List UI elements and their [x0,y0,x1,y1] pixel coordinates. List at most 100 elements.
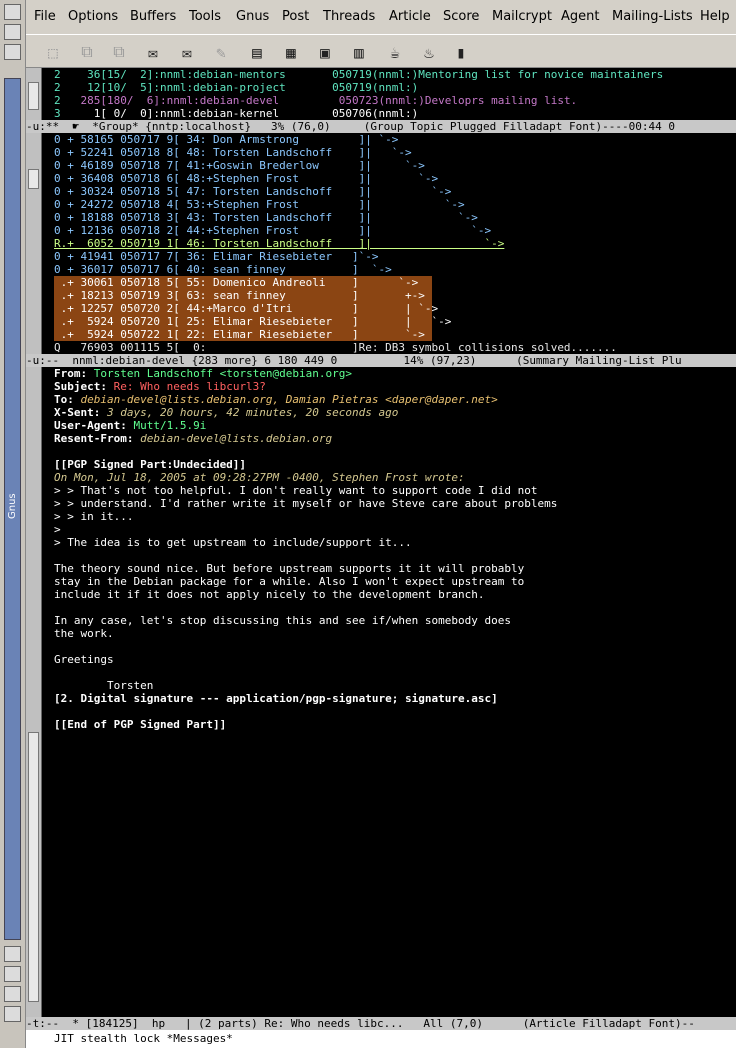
summary-line[interactable]: 0 + 12136 050718 2[ 44:+Stephen Frost ]|… [54,224,736,237]
catchup-icon[interactable]: ♨ [416,39,442,65]
summary-line[interactable]: 0 + 41941 050717 7[ 36: Elimar Riesebiet… [54,250,736,263]
summary-line[interactable]: 0 + 36017 050717 6[ 40: sean finney ] `-… [54,263,736,276]
exit-icon[interactable]: ⬚ [40,39,66,65]
menu-buffers[interactable]: Buffers [130,9,176,24]
next-unread-icon[interactable]: ⧉ [106,39,132,65]
header-key: From: [54,367,94,380]
menu-tools[interactable]: Tools [189,9,221,24]
gnus-frame-tab[interactable]: Gnus [4,78,21,940]
menu-mailing-lists[interactable]: Mailing-Lists [612,9,693,24]
summary-line[interactable]: .+ 30061 050718 5[ 55: Domenico Andreoli… [54,276,432,289]
resize-icon[interactable] [4,1006,21,1022]
group-scrollbar[interactable] [26,68,42,120]
close-icon[interactable] [4,4,21,20]
article-scrollbar[interactable] [26,367,42,1017]
minimize-icon[interactable] [4,24,21,40]
article-body-line: The theory sound nice. But before upstre… [54,562,525,575]
resize-icon[interactable] [4,986,21,1002]
article-body-line: > > understand. I'd rather write it myse… [54,497,558,510]
post-icon[interactable]: ✉ [140,39,166,65]
article-body-line: the work. [54,627,114,640]
article-header: Subject: Re: Who needs libcurl3? [54,380,736,393]
article-body-line [54,445,736,458]
menu-help[interactable]: Help [700,9,730,24]
menu-article[interactable]: Article [389,9,431,24]
article-header: From: Torsten Landschoff <torsten@debian… [54,367,736,380]
summary-scrollbar[interactable] [26,133,42,354]
header-value: Re: Who needs libcurl3? [113,380,266,393]
header-value: Torsten Landschoff <torsten@debian.org> [93,367,353,380]
menu-options[interactable]: Options [68,9,118,24]
summary-line[interactable]: R.+ 6052 050719 1[ 46: Torsten Landschof… [54,237,736,250]
group-level-mark: 2 [54,68,61,81]
resize-icon[interactable] [4,946,21,962]
header-key: To: [54,393,81,406]
group-line-text: 285[180/ 6]:nnml:debian-devel 050723(nnm… [60,94,578,107]
group-level-mark: 2 [54,81,61,94]
header-value: 3 days, 20 hours, 42 minutes, 20 seconds… [106,406,399,419]
group-buffer[interactable]: 2 36[15/ 2]:nnml:debian-mentors 050719(n… [26,68,736,120]
article-body-line: > [54,523,61,536]
summary-buffer[interactable]: 0 + 58165 050717 9[ 34: Don Armstrong ]|… [26,133,736,354]
summary-line[interactable]: 0 + 18188 050718 3[ 43: Torsten Landscho… [54,211,736,224]
article-body-line [54,666,736,679]
scale-icon[interactable] [4,44,21,60]
toolbar: ⬚ ⧉ ⧉ ✉ ✉ ✎ ▤ ▦ ▣ ▥ ☕ ♨ ▮ [26,34,736,68]
article-body-line: On Mon, Jul 18, 2005 at 09:28:27PM -0400… [54,471,465,484]
rot13-icon[interactable]: ▥ [346,39,372,65]
summary-line[interactable]: 0 + 30324 050718 5[ 47: Torsten Landscho… [54,185,736,198]
menu-gnus[interactable]: Gnus [236,9,269,24]
menu-bar: File Options Buffers Tools Gnus Post Thr… [26,0,736,34]
summary-line[interactable]: 0 + 46189 050718 7[ 41:+Goswin Brederlow… [54,159,736,172]
menu-mailcrypt[interactable]: Mailcrypt [492,9,552,24]
article-header: To: debian-devel@lists.debian.org, Damia… [54,393,736,406]
group-line[interactable]: 2 12[10/ 5]:nnml:debian-project 050719(n… [54,81,736,94]
prev-unread-icon[interactable]: ⧉ [74,39,100,65]
article-body-line: [[End of PGP Signed Part]] [54,718,227,731]
group-line-text: 36[15/ 2]:nnml:debian-mentors 050719(nnm… [60,68,664,81]
article-body-line: include it if it does not apply nicely t… [54,588,485,601]
summary-line[interactable]: .+ 18213 050719 3[ 63: sean finney ] +-> [54,289,432,302]
header-key: User-Agent: [54,419,134,432]
article-buffer[interactable]: From: Torsten Landschoff <torsten@debian… [26,367,736,1017]
group-line[interactable]: 2 36[15/ 2]:nnml:debian-mentors 050719(n… [54,68,736,81]
article-body-line: > > That's not too helpful. I don't real… [54,484,538,497]
summary-modeline: -u:-- nnml:debian-devel {283 more} 6 180… [26,354,736,367]
reply-icon[interactable]: ✎ [208,39,234,65]
cancel-icon[interactable]: ☕ [382,39,408,65]
menu-score[interactable]: Score [443,9,479,24]
summary-line[interactable]: 0 + 24272 050718 4[ 53:+Stephen Frost ]|… [54,198,736,211]
echo-text: JIT stealth lock *Messages* [54,1032,233,1045]
menu-file[interactable]: File [34,9,56,24]
menu-threads[interactable]: Threads [323,9,375,24]
article-body-line [54,549,736,562]
group-line-text: 12[10/ 5]:nnml:debian-project 050719(nnm… [60,81,419,94]
fetch-parent-icon[interactable]: ▤ [244,39,270,65]
summary-line[interactable]: 0 + 52241 050718 8[ 48: Torsten Landscho… [54,146,736,159]
header-value: debian-devel@lists.debian.org [140,432,333,445]
summary-line[interactable]: .+ 5924 050722 1[ 22: Elimar Riesebieter… [54,328,432,341]
summary-line[interactable]: .+ 12257 050720 2[ 44:+Marco d'Itri ] | … [54,302,438,315]
summary-line[interactable]: Q 76903 001115 5[ 0: ]Re: DB3 symbol col… [54,341,736,354]
followup-icon[interactable]: ✉ [174,39,200,65]
group-line-text: 1[ 0/ 0]:nnml:debian-kernel 050706(nnml:… [60,107,419,120]
menu-post[interactable]: Post [282,9,309,24]
gnus-label: Gnus [7,493,18,519]
menu-agent[interactable]: Agent [561,9,599,24]
group-line[interactable]: 2 285[180/ 6]:nnml:debian-devel 050723(n… [54,94,736,107]
resize-icon[interactable] [4,966,21,982]
group-line[interactable]: 3 1[ 0/ 0]:nnml:debian-kernel 050706(nnm… [54,107,736,120]
save-icon[interactable]: ▦ [278,39,304,65]
uudecode-icon[interactable]: ▣ [312,39,338,65]
article-body-line: > The idea is to get upstream to include… [54,536,412,549]
left-strip: Gnus [0,0,26,1048]
article-header: X-Sent: 3 days, 20 hours, 42 minutes, 20… [54,406,736,419]
summary-line[interactable]: .+ 5924 050720 1[ 25: Elimar Riesebieter… [54,315,451,328]
help-icon[interactable]: ▮ [448,39,474,65]
header-key: X-Sent: [54,406,107,419]
article-body-line: [[PGP Signed Part:Undecided]] [54,458,247,471]
article-body-line: [2. Digital signature --- application/pg… [54,692,498,705]
summary-line[interactable]: 0 + 36408 050718 6[ 48:+Stephen Frost ]|… [54,172,736,185]
article-modeline: -t:-- * [184125] hp | (2 parts) Re: Who … [26,1017,736,1030]
summary-line[interactable]: 0 + 58165 050717 9[ 34: Don Armstrong ]|… [54,133,736,146]
